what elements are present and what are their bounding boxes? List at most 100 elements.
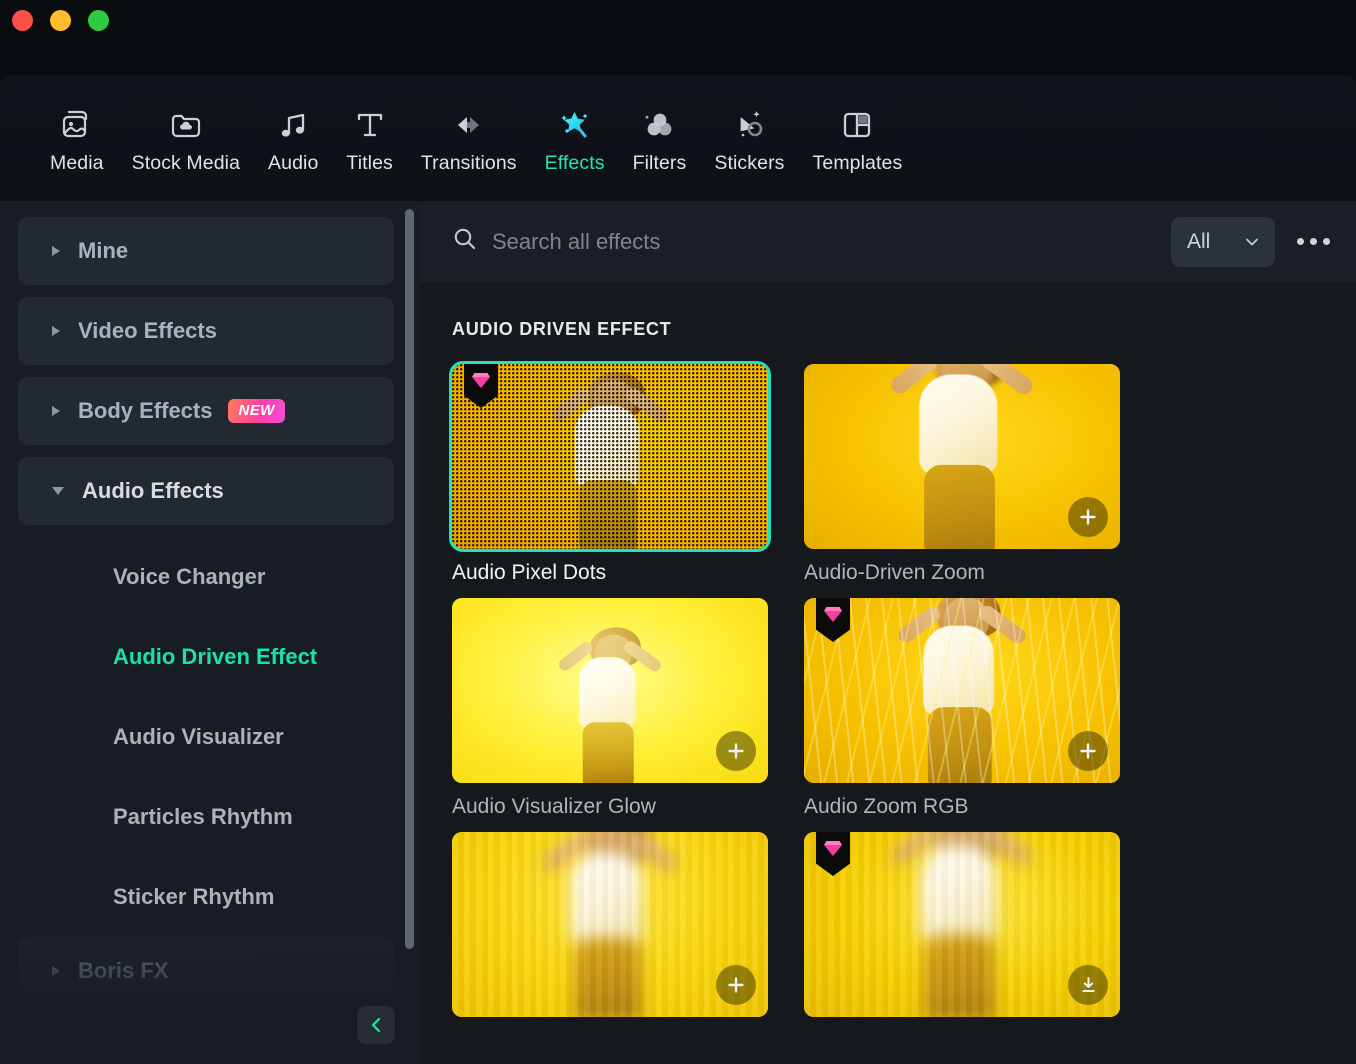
sidebar-item-audio-visualizer[interactable]: Audio Visualizer — [0, 697, 420, 777]
effect-thumbnail[interactable] — [452, 832, 768, 1017]
filter-selected-label: All — [1187, 229, 1211, 253]
chevron-right-icon — [52, 406, 60, 416]
folder-cloud-icon — [166, 105, 206, 145]
effect-thumbnail[interactable] — [804, 598, 1120, 783]
plus-icon — [728, 743, 744, 759]
nav-tab-label: Titles — [346, 152, 393, 174]
main-window: Media Stock Media Audio Titles Transitio… — [0, 75, 1356, 1064]
download-effect-button[interactable] — [1068, 965, 1108, 1005]
effects-grid-container: AUDIO DRIVEN EFFECT Audio Pixel Dots Aud… — [420, 283, 1356, 1064]
sidebar-collapse-button[interactable] — [357, 1006, 395, 1044]
effects-grid: Audio Pixel Dots Audio-Driven Zoom Audio… — [449, 361, 1356, 1042]
sidebar-category-label: Body Effects — [78, 398, 213, 423]
sidebar-item-label: Voice Changer — [113, 564, 266, 589]
media-image-icon — [57, 105, 97, 145]
sidebar-category-label: Mine — [78, 238, 129, 263]
nav-tab-media[interactable]: Media — [36, 75, 118, 175]
text-t-icon — [350, 105, 390, 145]
sidebar-category-video-effects[interactable]: Video Effects — [18, 297, 394, 365]
search-icon — [452, 226, 478, 257]
ellipsis-icon — [1297, 238, 1304, 245]
sidebar-item-label: Particles Rhythm — [113, 804, 293, 829]
nav-tab-stickers[interactable]: Stickers — [700, 75, 798, 175]
nav-tab-titles[interactable]: Titles — [332, 75, 406, 175]
sidebar-item-label: Sticker Rhythm — [113, 884, 275, 909]
new-badge: NEW — [228, 399, 285, 423]
effect-card-label: Audio Pixel Dots — [452, 561, 607, 584]
effect-thumbnail[interactable] — [452, 598, 768, 783]
chevron-right-icon — [52, 246, 60, 256]
nav-tab-label: Transitions — [420, 152, 517, 174]
ellipsis-icon — [1310, 238, 1317, 245]
effect-thumbnail[interactable] — [804, 364, 1120, 549]
diamond-icon — [824, 841, 842, 856]
nav-tab-audio[interactable]: Audio — [254, 75, 332, 175]
sidebar-item-voice-changer[interactable]: Voice Changer — [0, 537, 420, 617]
effect-card[interactable]: Audio Zoom RGB — [804, 598, 1120, 819]
nav-tab-filters[interactable]: Filters — [619, 75, 701, 175]
chevron-right-icon — [52, 966, 60, 976]
effects-sidebar: Mine Video Effects Body Effects NEW Audi… — [0, 201, 420, 1064]
ellipsis-icon — [1323, 238, 1330, 245]
sidebar-item-audio-driven-effect[interactable]: Audio Driven Effect — [0, 617, 420, 697]
effects-content-panel: All AUDIO DRIVEN EFFECT — [420, 201, 1356, 1064]
add-effect-button[interactable] — [1068, 497, 1108, 537]
title-bar — [0, 0, 1356, 75]
transition-arrows-icon — [449, 105, 489, 145]
diamond-icon — [472, 373, 490, 388]
search-input[interactable] — [492, 228, 1171, 255]
nav-tab-stock-media[interactable]: Stock Media — [118, 75, 254, 175]
chevron-down-icon — [52, 487, 64, 495]
nav-tab-label: Effects — [544, 152, 605, 174]
chevron-left-icon — [371, 1017, 381, 1033]
nav-tab-label: Media — [50, 152, 104, 174]
download-icon — [1081, 976, 1095, 992]
nav-tab-effects[interactable]: Effects — [531, 75, 619, 175]
nav-tab-label: Filters — [632, 152, 687, 174]
effect-card[interactable]: Audio-Driven Zoom — [804, 364, 1120, 585]
effect-thumbnail[interactable] — [449, 361, 771, 552]
music-note-icon — [273, 105, 313, 145]
sidebar-item-label: Audio Driven Effect — [113, 644, 318, 669]
app-window: Media Stock Media Audio Titles Transitio… — [0, 0, 1356, 1064]
sidebar-item-particles-rhythm[interactable]: Particles Rhythm — [0, 777, 420, 857]
sticker-shapes-icon — [729, 105, 769, 145]
effect-card-label: Audio Visualizer Glow — [452, 795, 656, 818]
add-effect-button[interactable] — [716, 731, 756, 771]
sidebar-category-label: Audio Effects — [82, 478, 224, 503]
search-toolbar: All — [420, 201, 1356, 283]
sidebar-category-mine[interactable]: Mine — [18, 217, 394, 285]
nav-tab-label: Templates — [812, 152, 903, 174]
sidebar-scrollbar[interactable] — [405, 209, 414, 949]
minimize-button[interactable] — [50, 10, 71, 31]
sidebar-category-body-effects[interactable]: Body Effects NEW — [18, 377, 394, 445]
nav-tab-transitions[interactable]: Transitions — [407, 75, 531, 175]
chevron-down-icon — [1246, 238, 1258, 245]
filter-dropdown[interactable]: All — [1171, 216, 1275, 267]
body-split: Mine Video Effects Body Effects NEW Audi… — [0, 201, 1356, 1064]
sidebar-category-boris-fx[interactable]: Boris FX — [18, 937, 394, 1005]
three-circles-icon — [639, 105, 679, 145]
sidebar-item-sticker-rhythm[interactable]: Sticker Rhythm — [0, 857, 420, 937]
maximize-button[interactable] — [88, 10, 109, 31]
close-button[interactable] — [12, 10, 33, 31]
plus-icon — [1080, 509, 1096, 525]
add-effect-button[interactable] — [1068, 731, 1108, 771]
effect-card[interactable] — [452, 832, 768, 1029]
nav-tab-label: Stock Media — [131, 152, 241, 174]
effect-card-label: Audio Zoom RGB — [804, 795, 969, 818]
effect-thumbnail[interactable] — [804, 832, 1120, 1017]
effect-card[interactable]: Audio Visualizer Glow — [452, 598, 768, 819]
add-effect-button[interactable] — [716, 965, 756, 1005]
effect-card[interactable] — [804, 832, 1120, 1029]
sidebar-category-audio-effects[interactable]: Audio Effects — [18, 457, 394, 525]
traffic-lights — [12, 10, 109, 31]
more-options-button[interactable] — [1297, 238, 1330, 245]
effect-card[interactable]: Audio Pixel Dots — [449, 361, 771, 585]
nav-tab-templates[interactable]: Templates — [799, 75, 917, 175]
top-navigation-bar: Media Stock Media Audio Titles Transitio… — [0, 75, 1356, 201]
plus-icon — [728, 977, 744, 993]
section-title: AUDIO DRIVEN EFFECT — [452, 319, 672, 339]
effect-card-label: Audio-Driven Zoom — [804, 561, 985, 584]
plus-icon — [1080, 743, 1096, 759]
